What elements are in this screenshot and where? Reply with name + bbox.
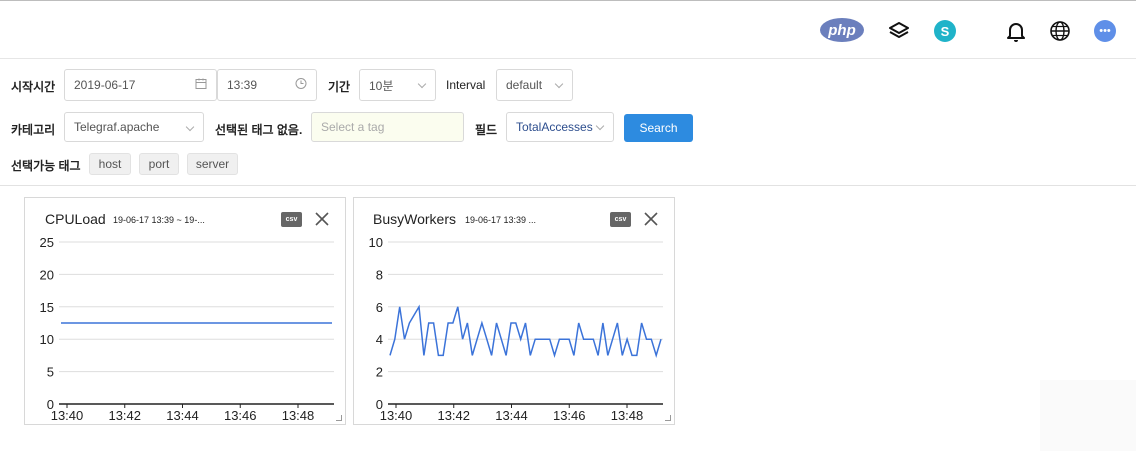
date-input[interactable]: 2019-06-17 [64,69,217,101]
chevron-down-icon [595,121,605,131]
y-tick-label: 10 [369,235,383,250]
chart-panel-cpuload: CPULoad 19-06-17 13:39 ~ 19-... csv 0 5 10… [24,197,346,425]
y-tick-label: 8 [376,267,383,282]
resize-handle[interactable] [336,415,342,421]
php-label: php [828,21,856,39]
close-icon[interactable] [313,210,331,228]
x-tick-label: 13:44 [495,408,528,423]
php-icon[interactable]: php [820,18,864,42]
chat-icon[interactable]: ••• [1094,20,1116,42]
date-value: 2019-06-17 [74,78,136,92]
field-select[interactable]: TotalAccesses [506,112,614,142]
x-tick-label: 13:40 [51,408,84,423]
layers-icon[interactable] [888,20,910,42]
y-tick-label: 25 [40,235,54,250]
interval-label: Interval [446,78,486,92]
field-value: TotalAccesses [516,120,593,134]
x-tick-label: 13:48 [282,408,315,423]
tag-chip-port[interactable]: port [139,153,179,175]
s-icon[interactable]: S [934,20,956,42]
y-tick-label: 15 [40,300,54,315]
y-tick-label: 5 [47,365,54,380]
x-tick-label: 13:42 [108,408,141,423]
y-tick-label: 2 [376,365,383,380]
x-tick-label: 13:46 [553,408,586,423]
panel-title: BusyWorkers [373,211,456,227]
x-tick-label: 13:40 [380,408,413,423]
close-icon[interactable] [642,210,660,228]
globe-icon[interactable] [1049,20,1071,42]
selected-tags-label: 선택된 태그 없음. [215,123,303,137]
bell-icon[interactable] [1005,19,1027,43]
period-label: 기간 [328,80,351,94]
clock-icon[interactable] [295,78,307,93]
calendar-icon[interactable] [195,78,207,93]
chart-panel-busyworkers: BusyWorkers 19-06-17 13:39 ... csv 02468… [353,197,675,425]
tag-input[interactable]: Select a tag [311,112,464,142]
tag-placeholder: Select a tag [321,120,385,134]
background-fade [1040,380,1136,451]
time-input[interactable]: 13:39 [217,69,317,101]
x-tick-label: 13:42 [437,408,470,423]
chevron-down-icon [554,79,564,89]
period-value: 10분 [369,78,394,93]
category-value: Telegraf.apache [74,120,160,134]
time-value: 13:39 [227,78,258,92]
tag-chip-host[interactable]: host [89,153,131,175]
interval-value: default [506,78,543,92]
csv-download-button[interactable]: csv [610,212,631,227]
period-select[interactable]: 10분 [359,69,436,101]
y-tick-label: 10 [40,332,54,347]
chevron-down-icon [185,122,195,132]
panel-time-range: 19-06-17 13:39 ... [465,215,537,225]
series-line [389,304,662,359]
search-button[interactable]: Search [624,114,693,142]
s-label: S [940,23,950,39]
panel-time-range: 19-06-17 13:39 ~ 19-... [113,215,205,225]
tag-chip-server[interactable]: server [187,153,238,175]
csv-download-button[interactable]: csv [281,212,302,227]
busyworkers-chart: 024681013:40 13:42 13:44 13:46 13:48 [369,235,663,423]
panel-title: CPULoad [45,211,106,227]
x-tick-label: 13:46 [224,408,257,423]
y-tick-label: 4 [376,332,383,347]
category-select[interactable]: Telegraf.apache [64,112,204,142]
y-tick-label: 20 [40,267,54,282]
resize-handle[interactable] [665,415,671,421]
start-time-label: 시작시간 [11,80,56,94]
field-label: 필드 [475,123,498,137]
x-tick-label: 13:44 [166,408,199,423]
app-header: php S ••• [0,1,1136,59]
interval-select[interactable]: default [496,69,573,101]
available-tags-label: 선택가능 태그 [11,159,81,173]
chevron-down-icon [417,79,427,89]
section-divider [0,185,1136,186]
y-tick-label: 6 [376,300,383,315]
cpuload-chart: 051015202513:40 13:42 13:44 13:46 13:48 [40,235,334,423]
category-label: 카테고리 [11,123,56,137]
x-tick-label: 13:48 [611,408,644,423]
